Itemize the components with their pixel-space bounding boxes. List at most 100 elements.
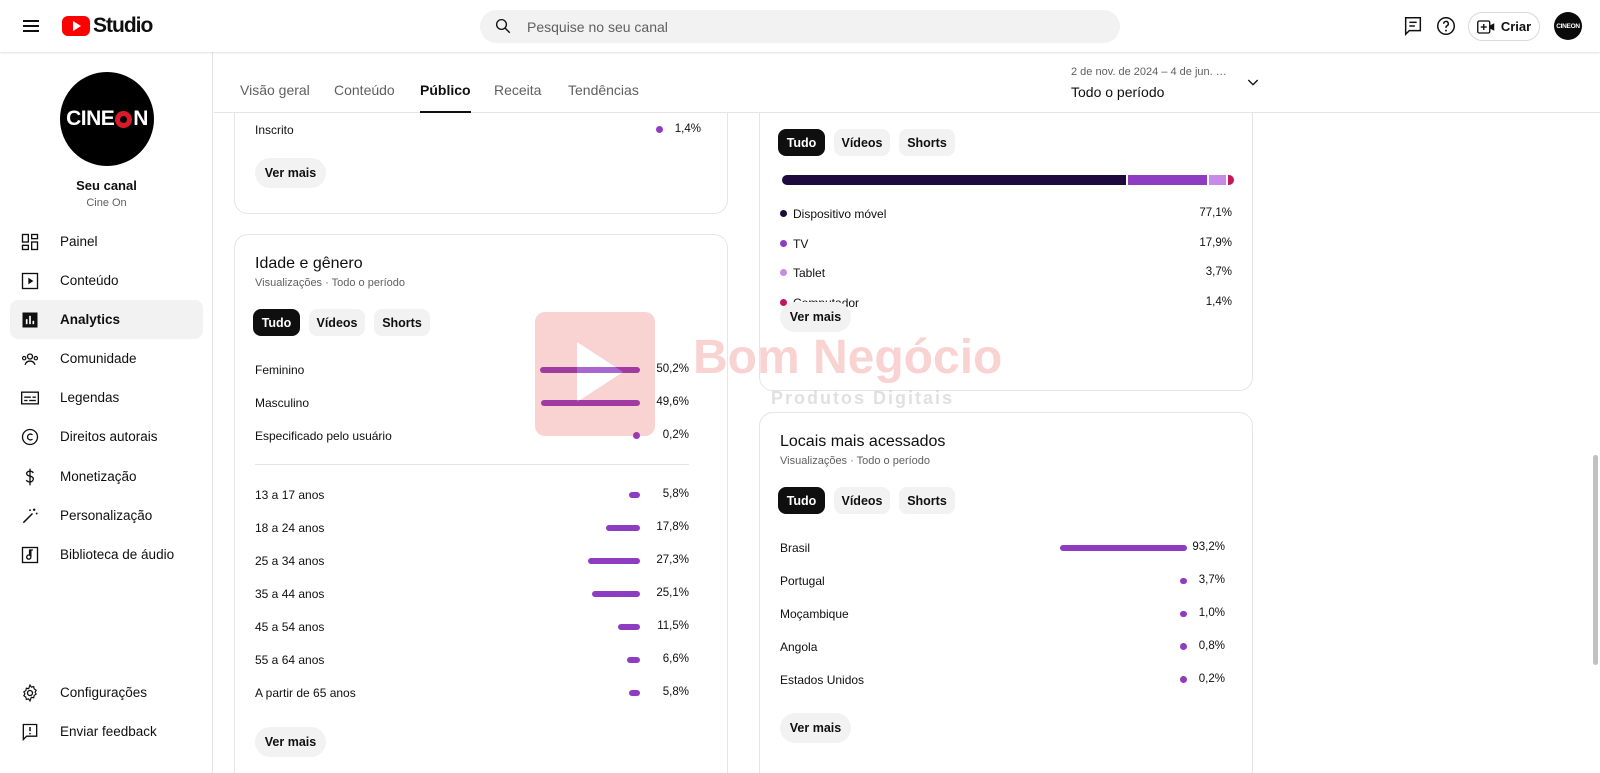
content-icon (21, 272, 39, 289)
analytics-tabs-bar: Visão geral Conteúdo Público Receita Ten… (214, 52, 1600, 113)
row-label: Moçambique (780, 607, 849, 621)
sidebar-item-label: Monetização (60, 469, 137, 484)
menu-icon[interactable] (20, 14, 44, 38)
row-label: 35 a 44 anos (255, 587, 325, 601)
card-title: Idade e gênero (255, 255, 363, 272)
percentage-bar (540, 367, 640, 373)
community-icon (21, 352, 39, 365)
device-value: 1,4% (1205, 295, 1232, 308)
row-value: 50,2% (656, 363, 689, 375)
youtube-logo-icon (62, 16, 90, 36)
row-value: 11,5% (657, 620, 689, 632)
date-period: Todo o período (1071, 84, 1165, 100)
magic-wand-icon (22, 508, 38, 523)
create-button[interactable]: Criar (1468, 12, 1540, 41)
see-more-button[interactable]: Ver mais (255, 727, 326, 757)
feedback-icon (22, 723, 38, 741)
row-label: Angola (780, 640, 818, 654)
row-label: Brasil (780, 541, 811, 555)
messages-icon[interactable] (1402, 15, 1424, 37)
chip-shorts[interactable]: Shorts (899, 129, 955, 156)
analytics-content: Inscrito 1,4% Ver mais Idade e gênero Vi… (214, 113, 1600, 773)
sidebar-item-label: Biblioteca de áudio (60, 547, 175, 562)
sidebar-item-label: Conteúdo (60, 273, 119, 288)
tab-receita[interactable]: Receita (494, 82, 541, 113)
channel-title: Seu canal (76, 178, 137, 193)
page-scrollbar[interactable] (1593, 455, 1598, 665)
search-input[interactable] (527, 10, 1097, 43)
see-more-button[interactable]: Ver mais (780, 713, 851, 743)
sidebar-item-label: Analytics (60, 312, 121, 327)
device-value: 3,7% (1205, 266, 1232, 278)
channel-handle: Cine On (86, 197, 127, 209)
chip-videos[interactable]: Vídeos (309, 309, 365, 336)
analytics-icon (22, 312, 38, 327)
row-label: Estados Unidos (780, 673, 865, 687)
channel-avatar[interactable]: CINE N (60, 72, 154, 166)
chip-shorts[interactable]: Shorts (374, 309, 430, 336)
sidebar-item-conteudo[interactable]: Conteúdo (10, 261, 203, 300)
sidebar-item-configuracoes[interactable]: Configurações (10, 673, 203, 712)
device-stacked-bar (782, 175, 1234, 185)
row-label: 25 a 34 anos (255, 554, 325, 568)
divider (255, 464, 689, 465)
sidebar-item-label: Legendas (60, 390, 120, 405)
help-icon[interactable] (1435, 15, 1457, 37)
row-value: 0,2% (662, 429, 689, 441)
channel-avatar-text: CINE (66, 107, 115, 130)
top-locations-card: Locais mais acessados Visualizações · To… (759, 412, 1253, 773)
sidebar-item-label: Comunidade (60, 351, 137, 366)
sidebar-item-legendas[interactable]: Legendas (10, 378, 203, 417)
sidebar-item-painel[interactable]: Painel (10, 222, 203, 261)
sidebar-item-analytics[interactable]: Analytics (10, 300, 203, 339)
sidebar-item-label: Configurações (60, 685, 148, 700)
row-value: 49,6% (656, 396, 689, 408)
sidebar-item-personalizacao[interactable]: Personalização (10, 496, 203, 535)
see-more-button[interactable]: Ver mais (780, 302, 851, 332)
tab-visao-geral[interactable]: Visão geral (240, 82, 310, 113)
search-box[interactable] (480, 10, 1120, 43)
tab-conteudo[interactable]: Conteúdo (334, 82, 395, 113)
sidebar-item-label: Personalização (60, 508, 153, 523)
chip-tudo[interactable]: Tudo (778, 487, 825, 514)
row-value: 0,8% (1198, 640, 1225, 652)
row-value: 0,2% (1198, 673, 1225, 685)
sidebar-item-monetizacao[interactable]: Monetização (10, 457, 203, 496)
chip-tudo[interactable]: Tudo (253, 309, 300, 336)
sidebar-item-biblioteca-de-audio[interactable]: Biblioteca de áudio (10, 535, 203, 574)
subscribed-label: Inscrito (255, 123, 294, 137)
row-label: 55 a 64 anos (255, 653, 325, 667)
chip-videos[interactable]: Vídeos (834, 487, 890, 514)
row-label: Portugal (780, 574, 825, 588)
account-avatar[interactable]: CINEON (1554, 12, 1582, 40)
top-header: Studio Criar CINEON (0, 0, 1600, 52)
subscription-status-card: Inscrito 1,4% Ver mais (234, 113, 728, 214)
subtitles-icon (21, 391, 39, 404)
sidebar-item-enviar-feedback[interactable]: Enviar feedback (10, 712, 203, 751)
chip-videos[interactable]: Vídeos (834, 129, 890, 156)
search-icon[interactable] (494, 17, 512, 35)
copyright-icon (21, 428, 39, 445)
chip-tudo[interactable]: Tudo (778, 129, 825, 156)
chevron-down-icon[interactable] (1245, 74, 1261, 90)
tab-tendencias[interactable]: Tendências (568, 82, 639, 113)
sidebar: CINE N Seu canal Cine On Painel Conteúdo … (0, 52, 213, 773)
device-label: TV (793, 236, 809, 251)
device-value: 77,1% (1199, 207, 1232, 219)
row-label: 13 a 17 anos (255, 488, 325, 502)
device-segment (782, 175, 1126, 185)
date-range-picker[interactable]: 2 de nov. de 2024 – 4 de jun. de 2025 To… (1071, 66, 1311, 100)
chip-shorts[interactable]: Shorts (899, 487, 955, 514)
row-value: 5,8% (662, 488, 689, 500)
dashboard-icon (21, 233, 39, 250)
audio-library-icon (21, 546, 39, 563)
device-segment (1227, 175, 1234, 185)
subscribed-value: 1,4% (674, 123, 701, 135)
studio-logo[interactable]: Studio (62, 14, 153, 38)
tab-publico[interactable]: Público (420, 82, 471, 113)
sidebar-item-comunidade[interactable]: Comunidade (10, 339, 203, 378)
row-value: 6,6% (662, 653, 689, 665)
see-more-button[interactable]: Ver mais (255, 158, 326, 188)
sidebar-item-direitos-autorais[interactable]: Direitos autorais (10, 417, 203, 456)
row-value: 25,1% (656, 587, 689, 599)
